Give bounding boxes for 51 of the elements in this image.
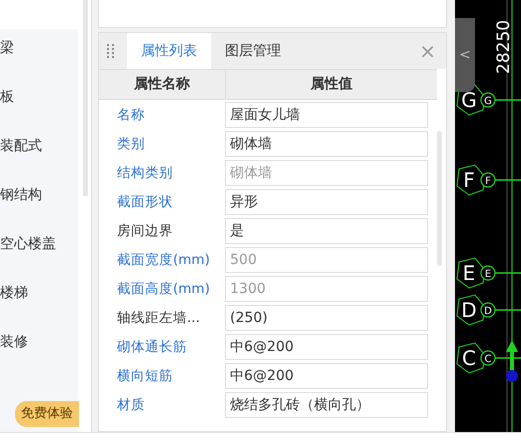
- property-name: 截面宽度(mm): [116, 250, 211, 268]
- axis-bubble: E: [456, 257, 486, 289]
- sidebar-item[interactable]: 板: [0, 72, 78, 122]
- sidebar-item[interactable]: 空心楼盖: [0, 219, 78, 269]
- value-field[interactable]: 屋面女儿墙: [225, 102, 428, 128]
- drag-handle-icon[interactable]: [107, 44, 115, 58]
- origin-marker: [506, 370, 518, 382]
- tab[interactable]: 属性列表: [127, 33, 211, 69]
- sidebar-item[interactable]: 楼梯: [0, 268, 78, 318]
- tab[interactable]: 图层管理: [211, 33, 295, 69]
- column-header: 属性值: [310, 75, 354, 94]
- property-name: 截面高度(mm): [116, 280, 211, 298]
- value-field[interactable]: 是: [225, 218, 428, 244]
- axis-tag: E: [480, 265, 496, 281]
- property-name: 名称: [116, 106, 146, 124]
- sidebar-item[interactable]: 梁: [0, 23, 78, 73]
- value-field[interactable]: 异形: [225, 188, 428, 214]
- property-name: 横向短筋: [116, 366, 174, 384]
- scrollbar[interactable]: [83, 0, 88, 196]
- value-field: 砌体墙: [225, 160, 428, 186]
- property-name: 结构类别: [116, 164, 174, 182]
- value-field[interactable]: 中6@200: [225, 362, 428, 388]
- value-field[interactable]: 中6@200: [225, 334, 428, 360]
- sidebar-item[interactable]: 钢结构: [0, 170, 78, 220]
- axis-bubble: F: [456, 164, 486, 196]
- dimension-label: 28250: [494, 20, 514, 74]
- axis-tag: D: [480, 302, 496, 318]
- sidebar-item[interactable]: 装修: [0, 317, 78, 367]
- value-field[interactable]: (250): [225, 304, 428, 330]
- trial-badge[interactable]: 免费体验: [15, 401, 79, 427]
- property-name: 房间边界: [116, 222, 174, 240]
- property-name: 轴线距左墙...: [116, 308, 201, 326]
- value-field: 1300: [225, 276, 428, 302]
- value-field[interactable]: 烧结多孔砖（横向孔）: [225, 392, 428, 418]
- value-field[interactable]: 砌体墙: [225, 130, 428, 156]
- axis-bubble: C: [456, 342, 486, 374]
- column-header: 属性名称: [99, 70, 226, 99]
- scrollbar[interactable]: [437, 131, 442, 266]
- axis-bubble: D: [456, 294, 486, 326]
- collapse-button[interactable]: <: [455, 18, 475, 92]
- axis-tag: C: [480, 350, 496, 366]
- property-name: 截面形状: [116, 192, 174, 210]
- axis-tag: G: [480, 92, 496, 108]
- cad-canvas[interactable]: G G F F E E D D C C 28250 <: [451, 0, 521, 432]
- value-field: 500: [225, 246, 428, 272]
- property-name: 类别: [116, 134, 146, 152]
- axis-arrow: [506, 340, 518, 372]
- property-name: 材质: [116, 396, 146, 414]
- sidebar-item[interactable]: 装配式: [0, 121, 78, 171]
- property-name: 砌体通长筋: [116, 338, 188, 356]
- axis-tag: F: [480, 172, 496, 188]
